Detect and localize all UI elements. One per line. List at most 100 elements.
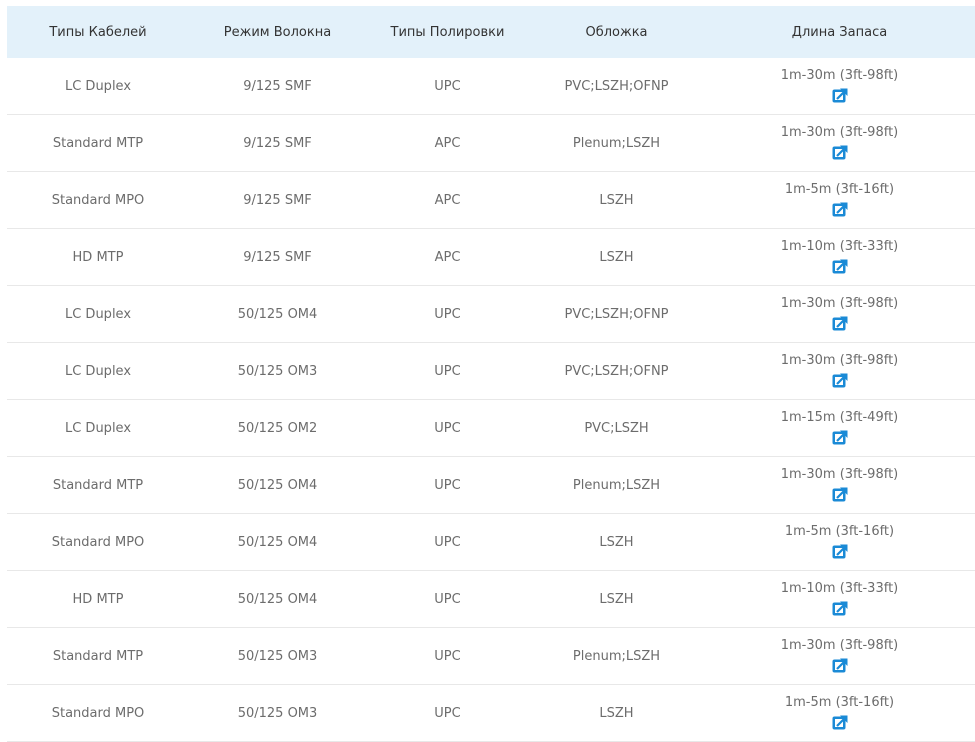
cell-jacket: Plenum;LSZH bbox=[572, 477, 661, 493]
cell-cable-type: Standard MPO bbox=[51, 705, 145, 721]
cell-length: 1m-15m (3ft-49ft) bbox=[704, 410, 975, 446]
cell-polish-type: UPC bbox=[434, 306, 461, 322]
cell-cable-type: Standard MTP bbox=[52, 135, 144, 151]
cell-fiber-mode: 50/125 OM4 bbox=[237, 477, 318, 493]
cell-cable-type: LC Duplex bbox=[64, 78, 132, 94]
length-range: 1m-10m (3ft-33ft) bbox=[780, 581, 899, 596]
column-header-length: Длина Запаса bbox=[791, 24, 888, 40]
external-link-icon[interactable] bbox=[832, 658, 848, 674]
cell-polish-type: UPC bbox=[434, 78, 461, 94]
external-link-icon[interactable] bbox=[832, 259, 848, 275]
table-row: Standard MTP 9/125 SMF APC Plenum;LSZH 1m-30… bbox=[7, 115, 975, 172]
length-range: 1m-30m (3ft-98ft) bbox=[780, 68, 899, 83]
external-link-icon[interactable] bbox=[832, 430, 848, 446]
cell-cable-type: LC Duplex bbox=[64, 306, 132, 322]
cell-jacket: PVC;LSZH;OFNP bbox=[564, 306, 669, 322]
cell-cable-type: Standard MTP bbox=[52, 648, 144, 664]
external-link-icon[interactable] bbox=[832, 601, 848, 617]
length-range: 1m-15m (3ft-49ft) bbox=[780, 410, 899, 425]
cell-length: 1m-30m (3ft-98ft) bbox=[704, 353, 975, 389]
cell-length: 1m-5m (3ft-16ft) bbox=[704, 695, 975, 731]
external-link-icon[interactable] bbox=[832, 373, 848, 389]
cell-cable-type: HD MTP bbox=[72, 249, 124, 265]
table-row: LC Duplex 50/125 OM3 UPC PVC;LSZH;OFNP 1m-30… bbox=[7, 343, 975, 400]
cell-jacket: LSZH bbox=[599, 534, 634, 550]
length-range: 1m-30m (3ft-98ft) bbox=[780, 467, 899, 482]
cell-length: 1m-10m (3ft-33ft) bbox=[704, 581, 975, 617]
cell-polish-type: UPC bbox=[434, 705, 461, 721]
cell-fiber-mode: 9/125 SMF bbox=[243, 249, 312, 265]
cell-length: 1m-5m (3ft-16ft) bbox=[704, 182, 975, 218]
table-row: Standard MPO 9/125 SMF APC LSZH 1m-5m (3ft-1… bbox=[7, 172, 975, 229]
cell-cable-type: Standard MPO bbox=[51, 534, 145, 550]
table-row: LC Duplex 9/125 SMF UPC PVC;LSZH;OFNP 1m-30m… bbox=[7, 58, 975, 115]
column-header-cable-type: Типы Кабелей bbox=[49, 24, 147, 40]
cell-fiber-mode: 50/125 OM3 bbox=[237, 705, 318, 721]
cell-cable-type: LC Duplex bbox=[64, 363, 132, 379]
table-row: LC Duplex 50/125 OM2 UPC PVC;LSZH 1m-15m (3f… bbox=[7, 400, 975, 457]
length-range: 1m-5m (3ft-16ft) bbox=[784, 695, 895, 710]
cell-jacket: LSZH bbox=[599, 192, 634, 208]
length-range: 1m-10m (3ft-33ft) bbox=[780, 239, 899, 254]
cell-polish-type: UPC bbox=[434, 648, 461, 664]
cell-jacket: LSZH bbox=[599, 591, 634, 607]
table-row: Standard MPO 50/125 OM4 UPC LSZH 1m-5m (3ft-… bbox=[7, 514, 975, 571]
cell-jacket: PVC;LSZH;OFNP bbox=[564, 363, 669, 379]
length-range: 1m-30m (3ft-98ft) bbox=[780, 638, 899, 653]
length-range: 1m-30m (3ft-98ft) bbox=[780, 353, 899, 368]
column-header-polish-type: Типы Полировки bbox=[390, 24, 505, 40]
table-row: LC Duplex 50/125 OM4 UPC PVC;LSZH;OFNP 1m-30… bbox=[7, 286, 975, 343]
table-row: Standard MPO 50/125 OM3 UPC LSZH 1m-5m (3ft-… bbox=[7, 685, 975, 742]
cell-fiber-mode: 50/125 OM4 bbox=[237, 534, 318, 550]
external-link-icon[interactable] bbox=[832, 715, 848, 731]
cell-length: 1m-5m (3ft-16ft) bbox=[704, 524, 975, 560]
cell-fiber-mode: 50/125 OM2 bbox=[237, 420, 318, 436]
table-row: HD MTP 50/125 OM4 UPC LSZH 1m-10m (3ft-33ft) bbox=[7, 571, 975, 628]
cell-length: 1m-30m (3ft-98ft) bbox=[704, 68, 975, 104]
cell-fiber-mode: 9/125 SMF bbox=[243, 192, 312, 208]
length-range: 1m-30m (3ft-98ft) bbox=[780, 125, 899, 140]
cell-polish-type: UPC bbox=[434, 591, 461, 607]
column-header-fiber-mode: Режим Волокна bbox=[223, 24, 332, 40]
cell-fiber-mode: 9/125 SMF bbox=[243, 135, 312, 151]
table-row: Standard MTP 50/125 OM3 UPC Plenum;LSZH 1m-3… bbox=[7, 628, 975, 685]
cell-jacket: Plenum;LSZH bbox=[572, 648, 661, 664]
length-range: 1m-5m (3ft-16ft) bbox=[784, 182, 895, 197]
length-range: 1m-30m (3ft-98ft) bbox=[780, 296, 899, 311]
cell-polish-type: UPC bbox=[434, 534, 461, 550]
cell-cable-type: HD MTP bbox=[72, 591, 124, 607]
cell-jacket: LSZH bbox=[599, 249, 634, 265]
cell-polish-type: UPC bbox=[434, 477, 461, 493]
cell-length: 1m-30m (3ft-98ft) bbox=[704, 467, 975, 503]
external-link-icon[interactable] bbox=[832, 88, 848, 104]
cell-jacket: PVC;LSZH bbox=[584, 420, 649, 436]
external-link-icon[interactable] bbox=[832, 487, 848, 503]
external-link-icon[interactable] bbox=[832, 316, 848, 332]
cell-cable-type: LC Duplex bbox=[64, 420, 132, 436]
table-row: HD MTP 9/125 SMF APC LSZH 1m-10m (3ft-33ft) bbox=[7, 229, 975, 286]
cell-jacket: PVC;LSZH;OFNP bbox=[564, 78, 669, 94]
cell-length: 1m-10m (3ft-33ft) bbox=[704, 239, 975, 275]
cell-length: 1m-30m (3ft-98ft) bbox=[704, 638, 975, 674]
table-body: LC Duplex 9/125 SMF UPC PVC;LSZH;OFNP 1m-30m… bbox=[7, 58, 975, 742]
cell-length: 1m-30m (3ft-98ft) bbox=[704, 296, 975, 332]
cable-table: Типы Кабелей Режим Волокна Типы Полировк… bbox=[7, 6, 975, 742]
cell-polish-type: UPC bbox=[434, 420, 461, 436]
cell-polish-type: APC bbox=[434, 135, 461, 151]
external-link-icon[interactable] bbox=[832, 202, 848, 218]
cell-jacket: Plenum;LSZH bbox=[572, 135, 661, 151]
cell-length: 1m-30m (3ft-98ft) bbox=[704, 125, 975, 161]
length-range: 1m-5m (3ft-16ft) bbox=[784, 524, 895, 539]
external-link-icon[interactable] bbox=[832, 544, 848, 560]
table-row: Standard MTP 50/125 OM4 UPC Plenum;LSZH 1m-3… bbox=[7, 457, 975, 514]
cell-polish-type: UPC bbox=[434, 363, 461, 379]
cell-cable-type: Standard MTP bbox=[52, 477, 144, 493]
column-header-jacket: Обложка bbox=[585, 24, 648, 40]
cell-cable-type: Standard MPO bbox=[51, 192, 145, 208]
cell-polish-type: APC bbox=[434, 249, 461, 265]
external-link-icon[interactable] bbox=[832, 145, 848, 161]
table-header: Типы Кабелей Режим Волокна Типы Полировк… bbox=[7, 6, 975, 58]
cell-jacket: LSZH bbox=[599, 705, 634, 721]
cell-fiber-mode: 9/125 SMF bbox=[243, 78, 312, 94]
cell-polish-type: APC bbox=[434, 192, 461, 208]
